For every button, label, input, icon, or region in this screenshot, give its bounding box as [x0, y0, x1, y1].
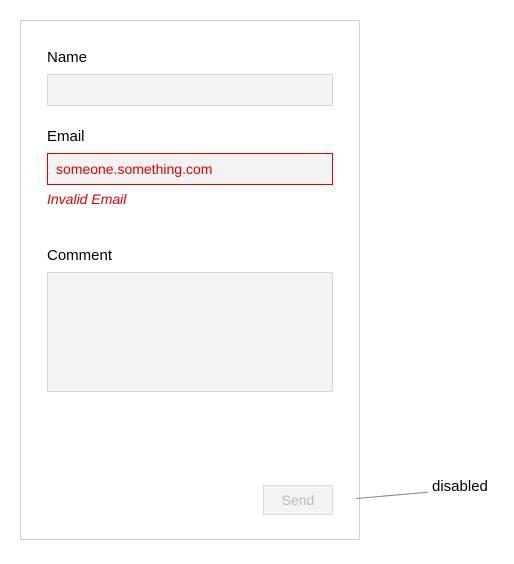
email-field: Email Invalid Email [47, 128, 333, 207]
email-input[interactable] [47, 153, 333, 185]
annotation-label: disabled [432, 478, 488, 495]
comment-textarea[interactable] [47, 272, 333, 392]
email-error-message: Invalid Email [47, 191, 333, 207]
comment-label: Comment [47, 247, 333, 264]
name-label: Name [47, 49, 333, 66]
annotation-leader-line [356, 492, 428, 499]
email-label: Email [47, 128, 333, 145]
send-button[interactable]: Send [263, 485, 333, 515]
form-card: Name Email Invalid Email Comment Send [20, 20, 360, 540]
name-input[interactable] [47, 74, 333, 106]
name-field: Name [47, 49, 333, 106]
button-row: Send [263, 485, 333, 515]
comment-field: Comment [47, 247, 333, 397]
